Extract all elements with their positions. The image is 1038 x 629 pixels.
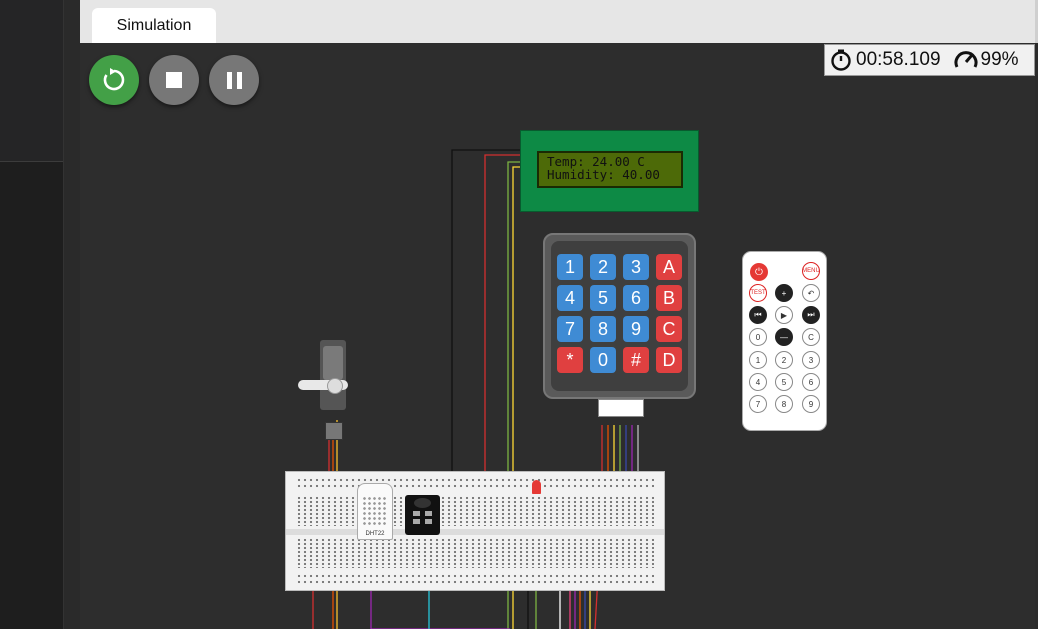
keypad-key[interactable]: 3 — [623, 254, 649, 280]
breadboard-divider — [286, 529, 664, 535]
simulation-speed: 99% — [980, 49, 1019, 70]
remote-button[interactable]: ↶ — [802, 284, 820, 302]
power-rail-top-2 — [296, 484, 654, 488]
ir-receiver-module[interactable] — [405, 495, 440, 535]
remote-button[interactable]: 3 — [802, 351, 820, 369]
dht-grille — [362, 496, 388, 526]
remote-button[interactable]: 9 — [802, 395, 820, 413]
remote-button[interactable]: MENU — [802, 262, 820, 280]
servo-hub — [327, 378, 343, 394]
remote-button[interactable]: 2 — [775, 351, 793, 369]
red-led[interactable] — [532, 480, 541, 494]
servo-connector — [325, 422, 343, 440]
keypad-key[interactable]: 9 — [623, 316, 649, 342]
breadboard[interactable] — [285, 471, 665, 591]
keypad-key[interactable]: 2 — [590, 254, 616, 280]
keypad-key[interactable]: 7 — [557, 316, 583, 342]
keypad-key[interactable]: A — [656, 254, 682, 280]
remote-button[interactable]: 4 — [749, 373, 767, 391]
speedometer-icon — [953, 48, 979, 72]
lcd-screen: Temp: 24.00 C Humidity: 40.00 — [537, 151, 683, 188]
power-rail-bottom-2 — [296, 580, 654, 584]
remote-button[interactable]: 5 — [775, 373, 793, 391]
remote-button[interactable]: + — [775, 284, 793, 302]
terminal-strip-bottom — [296, 538, 654, 568]
power-rail-top — [296, 478, 654, 482]
remote-button[interactable]: 0 — [749, 328, 767, 346]
remote-button[interactable]: TEST — [749, 284, 767, 302]
keypad-key[interactable]: * — [557, 347, 583, 373]
keypad-key[interactable]: D — [656, 347, 682, 373]
simulation-status: 00:58.109 99% — [824, 44, 1035, 76]
remote-power-button[interactable]: ⏻ — [750, 263, 768, 281]
keypad-key[interactable]: B — [656, 285, 682, 311]
remote-button[interactable]: 6 — [802, 373, 820, 391]
simulation-time: 00:58.109 — [856, 49, 941, 70]
keypad-key[interactable]: 0 — [590, 347, 616, 373]
keypad-key[interactable]: 5 — [590, 285, 616, 311]
remote-button[interactable]: ⏭ — [802, 306, 820, 324]
pause-button[interactable] — [209, 55, 259, 105]
terminal-strip-top — [296, 496, 654, 526]
dht-label: DHT22 — [365, 531, 385, 537]
keypad-key[interactable]: 1 — [557, 254, 583, 280]
stop-button[interactable] — [149, 55, 199, 105]
remote-button[interactable]: — — [775, 328, 793, 346]
keypad-connector — [598, 399, 644, 417]
stop-icon — [166, 72, 182, 88]
keypad-key[interactable]: 4 — [557, 285, 583, 311]
pause-icon — [226, 71, 242, 89]
lcd-display[interactable]: Temp: 24.00 C Humidity: 40.00 — [520, 130, 699, 212]
remote-button[interactable]: 7 — [749, 395, 767, 413]
servo-cap — [323, 346, 343, 380]
keypad-key[interactable]: C — [656, 316, 682, 342]
keypad-key[interactable]: # — [623, 347, 649, 373]
power-rail-bottom — [296, 574, 654, 578]
remote-button[interactable]: ⏮ — [749, 306, 767, 324]
keypad-key[interactable]: 8 — [590, 316, 616, 342]
stopwatch-icon — [829, 48, 853, 72]
remote-button[interactable]: C — [802, 328, 820, 346]
restart-button[interactable] — [89, 55, 139, 105]
remote-button[interactable]: 8 — [775, 395, 793, 413]
remote-button[interactable]: 1 — [749, 351, 767, 369]
ir-sensor-dome — [414, 498, 431, 508]
restart-icon — [103, 68, 125, 91]
dht22-sensor[interactable]: DHT22 — [357, 483, 393, 540]
remote-button[interactable]: ▶ — [775, 306, 793, 324]
keypad-key[interactable]: 6 — [623, 285, 649, 311]
lcd-line-2: Humidity: 40.00 — [547, 167, 660, 182]
